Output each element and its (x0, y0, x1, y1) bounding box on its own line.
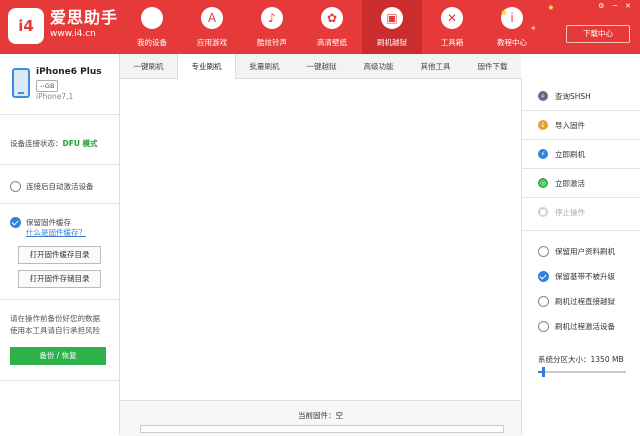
open-store-dir-button[interactable]: 打开固件存储目录 (18, 270, 101, 288)
title-bar: i4 爱思助手 www.i4.cn 我的设备 A 应用游戏 ♪ 酷炫铃声 ✿ 高清壁纸 ▣ 刷机… (0, 0, 640, 54)
flash-option-label: 刷机过程激活设备 (555, 322, 615, 331)
connection-status-value: DFU 模式 (62, 139, 98, 148)
tab-5[interactable]: 其他工具 (407, 54, 464, 78)
flower-icon: ✿ (321, 7, 343, 29)
auto-activate-radio[interactable] (10, 181, 21, 192)
partition-size-label: 系统分区大小：1350 MB (538, 355, 624, 364)
nav-label: 高清壁纸 (317, 38, 347, 47)
warning-line: 使用本工具请自行承担风险 (10, 326, 100, 335)
nav-item-5[interactable]: ✕ 工具箱 (422, 0, 482, 54)
device-sidebar: iPhone6 Plus --GB iPhone7,1 设备连接状态：DFU 模… (0, 54, 120, 435)
top-nav: 我的设备 A 应用游戏 ♪ 酷炫铃声 ✿ 高清壁纸 ▣ 刷机越狱 ✕ 工具箱 i 教程中心 (122, 0, 542, 54)
brand: 爱思助手 www.i4.cn (50, 8, 118, 40)
action-label: 查询SHSH (555, 92, 591, 101)
flash-option-radio[interactable] (538, 296, 549, 307)
window-controls[interactable]: ⚙ ─ ✕ (598, 2, 634, 10)
nav-item-2[interactable]: ♪ 酷炫铃声 (242, 0, 302, 54)
flash-option-label: 保留基带不被升级 (555, 272, 615, 281)
action-button-1[interactable]: ↓ 导入固件 (522, 111, 640, 139)
action-button-2[interactable]: ⚡ 立即刷机 (522, 140, 640, 168)
firmware-status-bar: 当前固件：空 (120, 400, 521, 436)
action-label: 立即刷机 (555, 150, 585, 159)
action-panel: ⌕ 查询SHSH ↓ 导入固件 ⚡ 立即刷机 ◎ 立即激活 ■ 停止操作保留用户资料刷机 保留基带不… (521, 78, 640, 435)
tab-3[interactable]: 一键越狱 (293, 54, 350, 78)
flash-option-radio[interactable] (538, 321, 549, 332)
backup-restore-button[interactable]: 备份 / 恢复 (10, 347, 106, 365)
partition-size-slider[interactable] (538, 367, 626, 377)
divider (0, 164, 119, 165)
what-is-cache-link[interactable]: 什么是固件缓存？ (26, 227, 86, 238)
firework-decoration-icon: ✷ (500, 8, 509, 19)
action-label: 导入固件 (555, 121, 585, 130)
i4-logo: i4 (8, 8, 44, 44)
box-icon: ▣ (381, 7, 403, 29)
action-label: 停止操作 (555, 208, 585, 217)
flash-option-radio[interactable] (538, 246, 549, 257)
tab-2[interactable]: 批量刷机 (236, 54, 293, 78)
divider (0, 203, 119, 204)
flash-option-radio[interactable] (538, 271, 549, 282)
nav-label: 应用游戏 (197, 38, 227, 47)
search-icon: ⌕ (538, 91, 548, 101)
connection-status: 设备连接状态：DFU 模式 (10, 139, 98, 148)
nav-item-3[interactable]: ✿ 高清壁纸 (302, 0, 362, 54)
nav-label: 刷机越狱 (377, 38, 407, 47)
flash-option-label: 刷机过程直接越狱 (555, 297, 615, 306)
brand-title: 爱思助手 (50, 8, 119, 27)
nav-label: 酷炫铃声 (257, 38, 287, 47)
tools-icon: ✕ (441, 7, 463, 29)
flash-tabs: 一键刷机 专业刷机 批量刷机 一键越狱 高级功能 其他工具 固件下载 (120, 54, 521, 79)
firmware-list-area[interactable] (120, 79, 521, 400)
flash-option-label: 保留用户资料刷机 (555, 247, 615, 256)
action-button-3[interactable]: ◎ 立即激活 (522, 169, 640, 197)
open-cache-dir-button[interactable]: 打开固件缓存目录 (18, 246, 101, 264)
flash-progress-bar (140, 425, 504, 433)
brand-url: www.i4.cn (50, 29, 96, 39)
nav-label: 我的设备 (137, 38, 167, 47)
warning-line: 请在操作前备份好您的数据 (10, 314, 100, 323)
slider-handle[interactable] (542, 367, 546, 377)
tab-0[interactable]: 一键刷机 (120, 54, 177, 78)
action-label: 立即激活 (555, 179, 585, 188)
action-button-4[interactable]: ■ 停止操作 (522, 198, 640, 226)
import-icon: ↓ (538, 120, 548, 130)
device-name: iPhone6 Plus (36, 67, 102, 77)
iphone-icon (12, 68, 30, 98)
app-store-icon: A (201, 7, 223, 29)
divider (0, 299, 119, 300)
nav-label: 教程中心 (497, 38, 527, 47)
auto-activate-label: 连接后自动激活设备 (26, 182, 94, 191)
divider (0, 380, 119, 381)
device-model: iPhone7,1 (36, 92, 74, 101)
download-center-button[interactable]: 下载中心 (566, 25, 630, 43)
nav-label: 工具箱 (440, 38, 464, 47)
divider (0, 114, 119, 115)
nav-item-0[interactable]: 我的设备 (122, 0, 182, 54)
stop-icon: ■ (538, 207, 548, 217)
divider (522, 230, 640, 231)
nav-item-4[interactable]: ▣ 刷机越狱 (362, 0, 422, 54)
tab-1[interactable]: 专业刷机 (177, 54, 236, 79)
firework-decoration-icon: ✶ (530, 24, 537, 33)
globe-icon: ◎ (538, 178, 548, 188)
action-button-0[interactable]: ⌕ 查询SHSH (522, 82, 640, 110)
keep-cache-checkbox[interactable] (10, 217, 21, 228)
tab-6[interactable]: 固件下载 (464, 54, 521, 78)
device-capacity-badge: --GB (36, 80, 59, 92)
current-firmware-label: 当前固件：空 (298, 411, 343, 420)
nav-item-1[interactable]: A 应用游戏 (182, 0, 242, 54)
bell-icon: ♪ (261, 7, 283, 29)
firework-decoration-icon: ✸ (548, 4, 554, 12)
flash-icon: ⚡ (538, 149, 548, 159)
apple-icon (141, 7, 163, 29)
tab-4[interactable]: 高级功能 (350, 54, 407, 78)
